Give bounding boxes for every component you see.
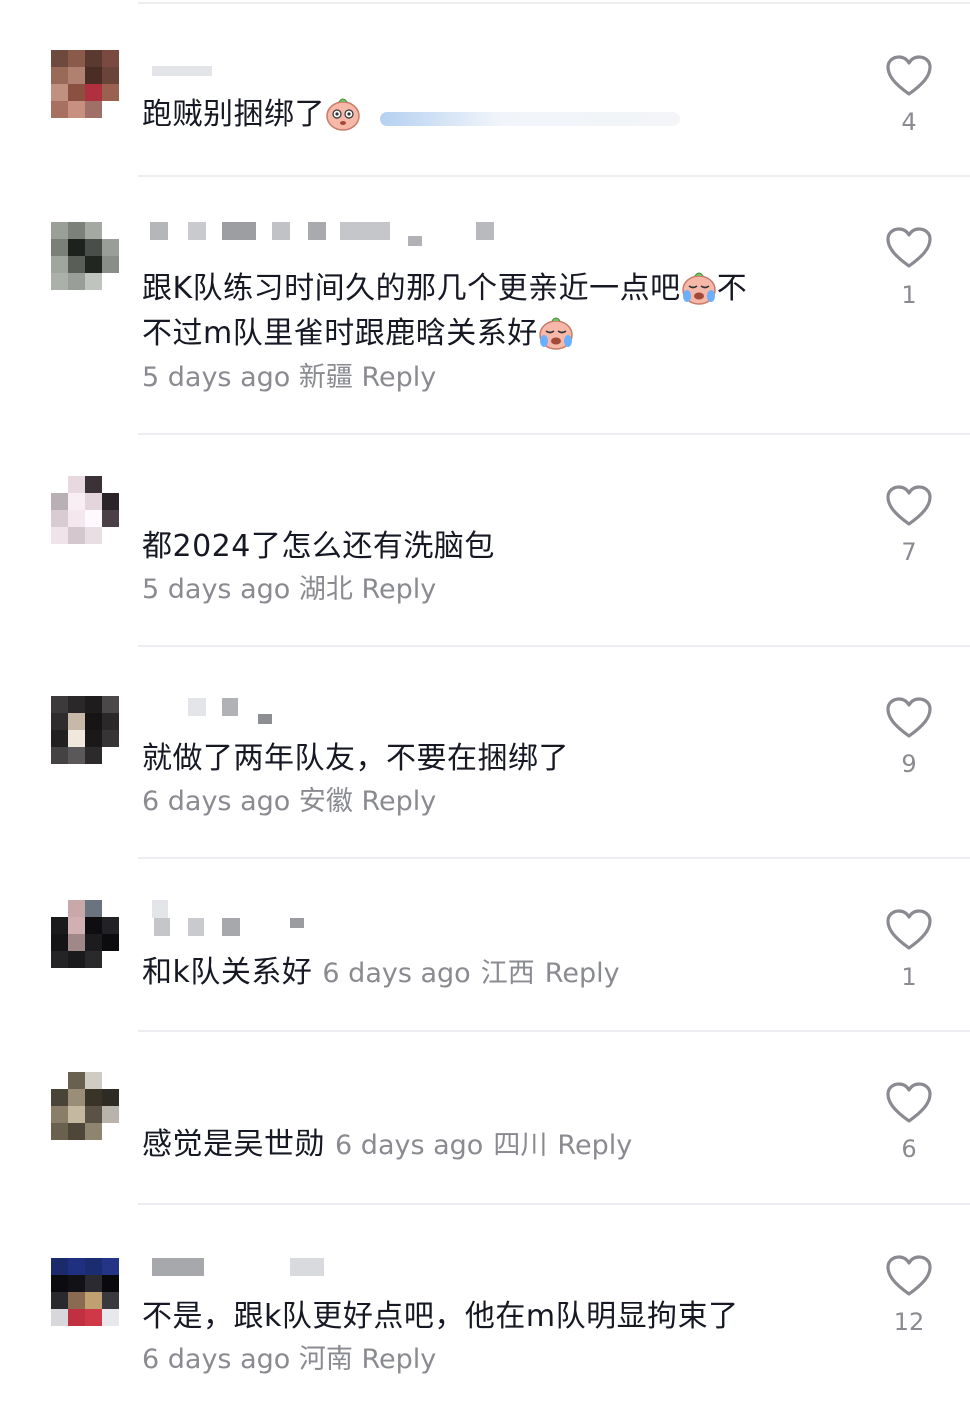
- divider: [138, 1030, 970, 1032]
- timestamp: 6 days ago: [322, 958, 471, 989]
- comment-meta: 6 days ago 河南 Reply: [142, 1342, 436, 1378]
- timestamp: 6 days ago: [142, 786, 291, 817]
- location: 四川: [493, 1130, 548, 1161]
- avatar[interactable]: [51, 900, 119, 984]
- comment-meta: 6 days ago 安徽 Reply: [142, 784, 436, 820]
- reply-button[interactable]: Reply: [361, 362, 436, 393]
- like-count: 9: [901, 750, 917, 778]
- divider: [138, 433, 970, 435]
- comment-meta: 5 days ago 新疆 Reply: [142, 360, 436, 396]
- like-count: 4: [901, 108, 917, 136]
- username-blurred[interactable]: [142, 698, 502, 724]
- reply-button[interactable]: Reply: [545, 958, 620, 989]
- location: 江西: [480, 958, 535, 989]
- timestamp: 6 days ago: [142, 1344, 291, 1375]
- username-blurred[interactable]: [142, 222, 502, 246]
- divider: [138, 175, 970, 177]
- location: 新疆: [298, 362, 353, 393]
- comment-text: 不是，跟k队更好点吧，他在m队明显拘束了: [142, 1299, 739, 1334]
- comment-text: 都2024了怎么还有洗脑包: [142, 529, 495, 564]
- divider: [138, 645, 970, 647]
- like-count: 12: [893, 1308, 925, 1336]
- timestamp: 5 days ago: [142, 362, 291, 393]
- comment-text: 跟K队练习时间久的那几个更亲近一点吧 不 不过m队里雀时跟鹿晗关系好: [142, 266, 842, 356]
- reply-button[interactable]: Reply: [361, 786, 436, 817]
- heart-outline-icon[interactable]: [885, 484, 933, 528]
- heart-outline-icon[interactable]: [885, 908, 933, 952]
- divider: [138, 2, 970, 4]
- blurred-text: [380, 112, 680, 126]
- crying-emoji-icon: [538, 313, 574, 351]
- timestamp: 5 days ago: [142, 574, 291, 605]
- like-count: 1: [901, 281, 917, 309]
- divider: [138, 1203, 970, 1205]
- crying-emoji-icon: [681, 268, 717, 306]
- reply-button[interactable]: Reply: [557, 1130, 632, 1161]
- heart-outline-icon[interactable]: [885, 1081, 933, 1125]
- avatar[interactable]: [51, 696, 119, 780]
- avatar[interactable]: [51, 1072, 119, 1156]
- username-blurred[interactable]: [142, 900, 502, 936]
- heart-outline-icon[interactable]: [885, 54, 933, 98]
- username-blurred[interactable]: [142, 1258, 502, 1280]
- avatar[interactable]: [51, 1258, 119, 1342]
- timestamp: 6 days ago: [335, 1130, 484, 1161]
- comment-text: 和k队关系好 6 days ago 江西 Reply: [142, 955, 620, 990]
- comment-text: 就做了两年队友，不要在捆绑了: [142, 741, 569, 776]
- location: 安徽: [298, 786, 353, 817]
- heart-outline-icon[interactable]: [885, 696, 933, 740]
- avatar[interactable]: [51, 476, 119, 560]
- sweat-emoji-icon: [325, 94, 361, 132]
- location: 湖北: [298, 574, 353, 605]
- heart-outline-icon[interactable]: [885, 1254, 933, 1298]
- comment-meta: 5 days ago 湖北 Reply: [142, 572, 436, 608]
- divider: [138, 857, 970, 859]
- avatar[interactable]: [51, 50, 119, 134]
- reply-button[interactable]: Reply: [361, 1344, 436, 1375]
- like-count: 1: [901, 963, 917, 991]
- like-count: 7: [901, 538, 917, 566]
- location: 河南: [298, 1344, 353, 1375]
- avatar[interactable]: [51, 222, 119, 306]
- heart-outline-icon[interactable]: [885, 226, 933, 270]
- like-count: 6: [901, 1135, 917, 1163]
- reply-button[interactable]: Reply: [361, 574, 436, 605]
- comment-text: 感觉是吴世勋 6 days ago 四川 Reply: [142, 1127, 633, 1162]
- username-blurred[interactable]: [142, 64, 502, 86]
